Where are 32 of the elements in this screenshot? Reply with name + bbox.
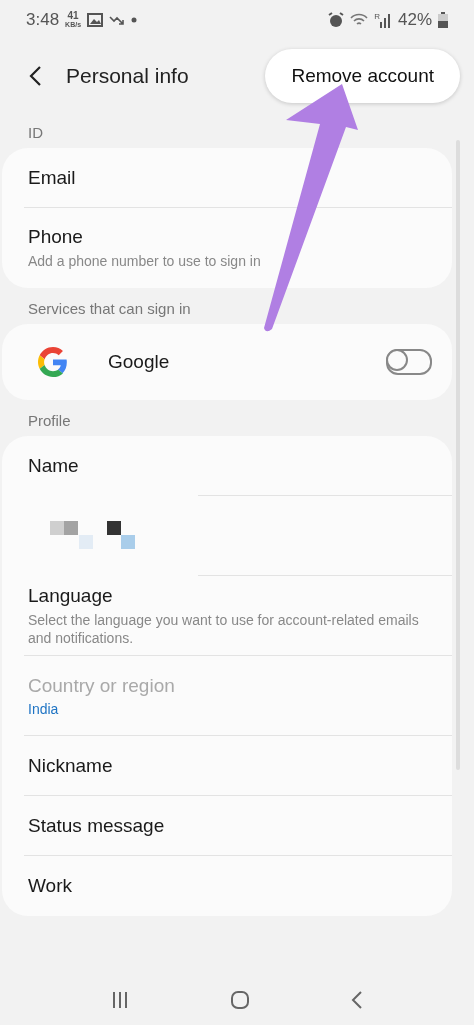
image-icon [87,13,104,27]
signal-icon [379,12,392,28]
speed-value: 41 [67,11,79,20]
battery-icon [438,12,448,28]
section-header: Profile [27,411,72,431]
roaming-indicator: R [374,12,380,21]
service-name: Google [108,351,171,373]
remove-account-button[interactable]: Remove account [265,49,460,103]
row-label[interactable]: Nickname [28,755,426,777]
row-label[interactable]: Status message [28,815,426,837]
row-label[interactable]: Email [28,167,426,189]
section-header: ID [27,123,44,143]
row-value: India [28,701,60,717]
row-label[interactable]: Name [28,455,426,477]
row-description: Add a phone number to use to sign in [28,252,262,270]
google-logo-icon [38,347,68,377]
back-icon[interactable] [351,991,364,1009]
trend-arrow-icon [109,15,126,25]
section-header: Services that can sign in [27,299,192,319]
home-icon[interactable] [230,990,250,1010]
row-description: Select the language you want to use for account-related emails and notifications. [28,611,420,647]
alarm-icon [328,12,345,28]
clock-time: 3:48 [26,10,60,30]
dot-icon [131,17,138,23]
row-label[interactable]: Phone [28,226,426,248]
toggle-switch[interactable] [386,349,432,375]
page-title: Personal info [66,64,190,88]
row-label[interactable]: Work [28,875,426,897]
recent-apps-icon[interactable] [110,991,129,1009]
battery-percent: 42% [397,10,432,30]
row-label[interactable]: Language [28,585,426,607]
wifi-icon [350,13,369,27]
